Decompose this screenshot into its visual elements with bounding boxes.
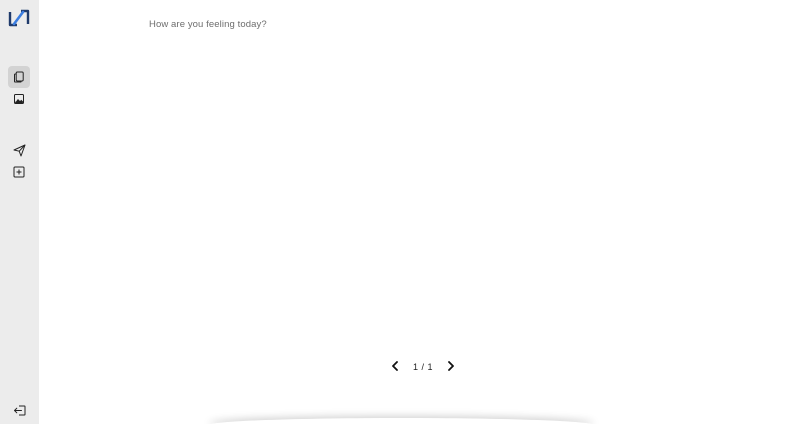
image-icon [13, 93, 25, 105]
sidebar-item-new-entry[interactable] [8, 161, 30, 183]
sidebar-item-send[interactable] [8, 139, 30, 161]
bottom-panel-edge [209, 418, 594, 424]
chevron-right-icon [447, 358, 455, 376]
send-icon [13, 144, 26, 157]
app-window: How are you feeling today? 1 / 1 [0, 0, 806, 424]
pagination: 1 / 1 [389, 359, 457, 375]
prev-page-button[interactable] [389, 360, 401, 374]
sidebar-item-gallery[interactable] [8, 88, 30, 110]
prompt-text[interactable]: How are you feeling today? [149, 19, 267, 30]
main-content: How are you feeling today? 1 / 1 [39, 0, 806, 424]
chevron-left-icon [391, 358, 399, 376]
copy-icon [13, 71, 25, 83]
sidebar [0, 0, 39, 424]
logout-icon [13, 405, 26, 416]
plus-square-icon [13, 166, 25, 178]
app-logo-icon[interactable] [8, 8, 30, 28]
logout-button[interactable] [8, 399, 30, 421]
sidebar-item-entries[interactable] [8, 66, 30, 88]
page-count: 1 / 1 [412, 362, 433, 372]
next-page-button[interactable] [445, 360, 457, 374]
